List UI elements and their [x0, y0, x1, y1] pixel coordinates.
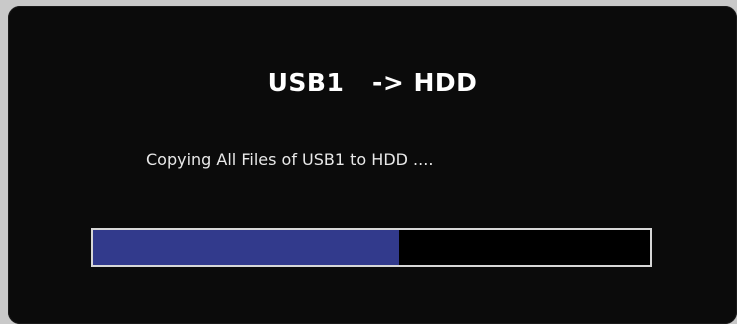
dialog-title: USB1 -> HDD [267, 68, 478, 97]
copy-progress-bar [91, 228, 652, 267]
progress-fill [93, 230, 400, 265]
copy-status-message: Copying All Files of USB1 to HDD .... [146, 150, 434, 169]
copy-dialog: USB1 -> HDD Copying All Files of USB1 to… [8, 6, 737, 324]
